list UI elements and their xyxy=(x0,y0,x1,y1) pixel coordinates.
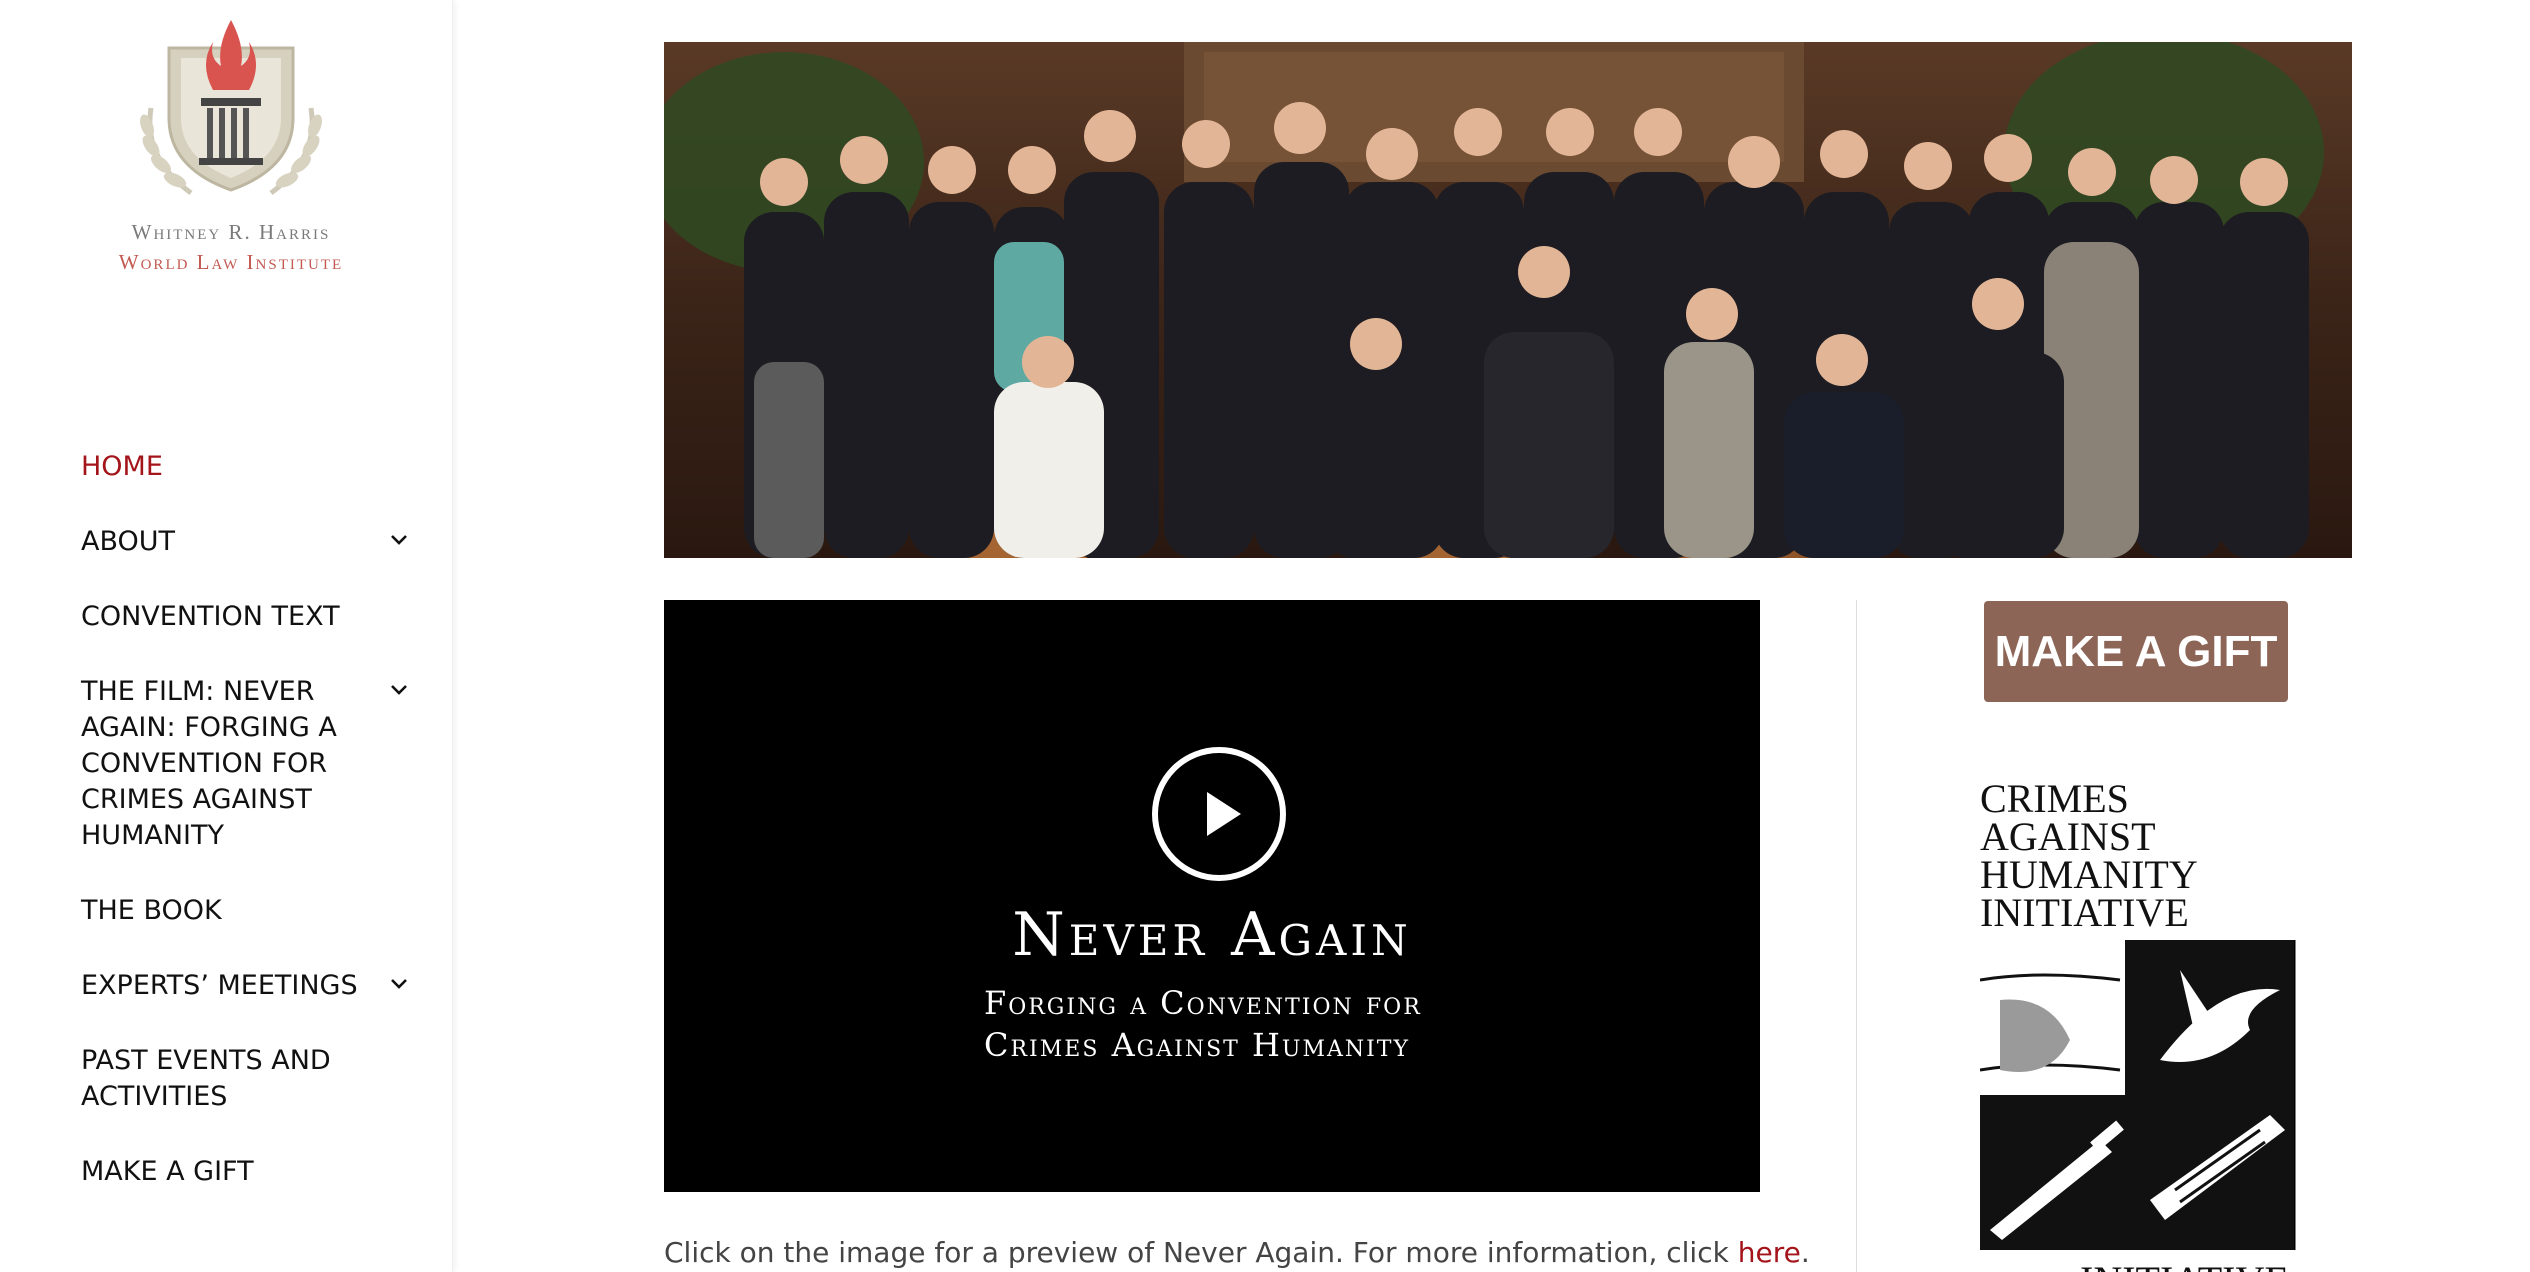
nav-item-label: EXPERTS’ MEETINGS xyxy=(81,970,358,1001)
cahi-title: CRIMES AGAINST HUMANITY INITIATIVE xyxy=(1980,780,2300,935)
nav-item-convention-text[interactable]: CONVENTION TEXT xyxy=(81,599,411,635)
film-subtitle: Forging a Convention for Crimes Against … xyxy=(984,982,1664,1066)
film-title: Never Again xyxy=(1012,900,1412,970)
group-photo-image xyxy=(664,42,2352,558)
cahi-emblem-icon xyxy=(1980,940,2296,1250)
column-divider xyxy=(1856,600,1857,1272)
nav-item-the-film[interactable]: THE FILM: NEVER AGAIN: FORGING A CONVENT… xyxy=(81,674,411,854)
caption-link[interactable]: here xyxy=(1738,1236,1801,1269)
nav-item-make-a-gift[interactable]: MAKE A GIFT xyxy=(81,1154,411,1190)
nav-item-home[interactable]: HOME xyxy=(81,449,411,485)
nav-item-label: CONVENTION TEXT xyxy=(81,601,340,632)
make-a-gift-button[interactable]: MAKE A GIFT xyxy=(1984,601,2288,702)
film-subtitle-line-2: Crimes Against Humanity xyxy=(984,1026,1410,1064)
logo-line-2: World Law Institute xyxy=(118,250,344,274)
video-preview[interactable]: Never Again Forging a Convention for Cri… xyxy=(664,600,1760,1192)
cahi-line-1: CRIMES xyxy=(1980,780,2129,821)
nav-item-about[interactable]: ABOUT xyxy=(81,524,411,560)
nav-item-label: HOME xyxy=(81,451,163,482)
nav-item-past-events[interactable]: PAST EVENTS AND ACTIVITIES xyxy=(81,1043,411,1115)
cahi-logo[interactable]: CRIMES AGAINST HUMANITY INITIATIVE INITI… xyxy=(1980,780,2300,1272)
chevron-down-icon[interactable] xyxy=(387,528,411,552)
site-logo[interactable]: Whitney R. Harris World Law Institute xyxy=(81,18,381,288)
play-icon[interactable] xyxy=(1151,746,1287,882)
nav-item-label: ABOUT xyxy=(81,526,176,557)
nav-item-label: THE FILM: NEVER AGAIN: FORGING A CONVENT… xyxy=(81,676,337,851)
cahi-bottom-text: INITIATIVE xyxy=(2080,1261,2289,1272)
chevron-down-icon[interactable] xyxy=(387,678,411,702)
caption-period: . xyxy=(1800,1236,1810,1269)
film-subtitle-line-1: Forging a Convention for xyxy=(984,984,1422,1022)
make-a-gift-label: MAKE A GIFT xyxy=(1994,626,2278,676)
nav-item-experts-meetings[interactable]: EXPERTS’ MEETINGS xyxy=(81,968,411,1004)
nav-item-label: PAST EVENTS AND ACTIVITIES xyxy=(81,1045,331,1112)
cahi-line-2: AGAINST xyxy=(1980,814,2156,859)
logo-line-1: Whitney R. Harris xyxy=(131,220,331,244)
nav-item-label: THE BOOK xyxy=(81,895,222,926)
torch-shield-icon xyxy=(140,20,322,196)
nav-item-label: MAKE A GIFT xyxy=(81,1156,254,1187)
nav-item-the-book[interactable]: THE BOOK xyxy=(81,893,411,929)
video-caption: Click on the image for a preview of Neve… xyxy=(664,1236,1810,1269)
group-photo xyxy=(664,42,2352,558)
sidebar: Whitney R. Harris World Law Institute HO… xyxy=(0,0,453,1272)
chevron-down-icon[interactable] xyxy=(387,972,411,996)
cahi-line-3: HUMANITY xyxy=(1980,852,2198,897)
cahi-line-4: INITIATIVE xyxy=(1980,890,2189,935)
caption-text: Click on the image for a preview of Neve… xyxy=(664,1236,1738,1269)
